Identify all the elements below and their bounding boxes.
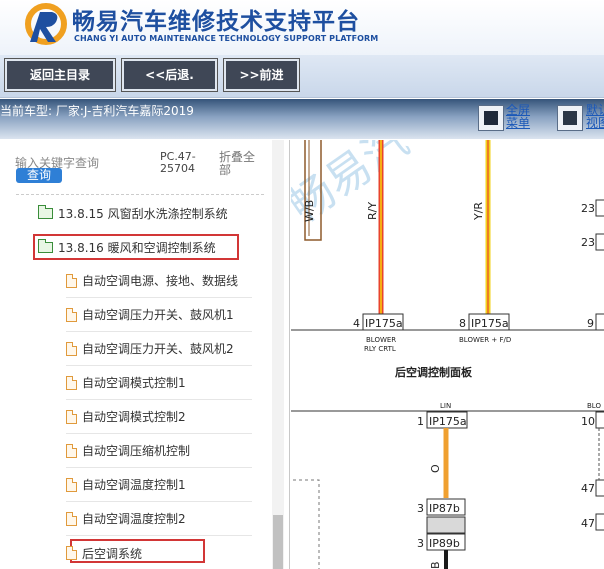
scrollbar-thumb[interactable] [273, 515, 283, 569]
wire-label: Y/R [472, 202, 485, 221]
tree-item-label: 自动空调模式控制1 [82, 376, 186, 390]
home-button[interactable]: 返回主目录 [4, 58, 116, 92]
tree-item-label: 自动空调温度控制2 [82, 512, 186, 526]
pin-number: 23 [581, 202, 595, 215]
brand-subtitle: CHANG YI AUTO MAINTENANCE TECHNOLOGY SUP… [74, 34, 379, 43]
document-icon [66, 477, 77, 492]
forward-button[interactable]: >>前进 [223, 58, 300, 92]
wire-label: B [429, 561, 442, 569]
tree-item-label: 后空调系统 [82, 546, 143, 561]
connector-id: IP175a [429, 415, 467, 428]
default-view-label-line2: 视图 [586, 116, 604, 130]
tree-item[interactable]: 自动空调温度控制2 [66, 502, 252, 536]
document-icon [66, 546, 77, 560]
connector-id: IP87b [429, 502, 460, 515]
pin-number: 47 [581, 482, 595, 495]
pin-number: 8 [459, 317, 466, 330]
tree-item[interactable]: 自动空调压缩机控制 [66, 434, 252, 468]
document-icon [66, 307, 77, 322]
pc-code: PC.47-25704 [160, 150, 196, 175]
tree-folder-label: 13.8.16 暖风和空调控制系统 [58, 240, 216, 255]
tree-item-label: 自动空调电源、接地、数据线 [82, 274, 239, 288]
divider [16, 194, 264, 195]
toolbar: 返回主目录 <<后退. >>前进 [0, 55, 604, 98]
pin-number: 47 [581, 517, 595, 530]
document-icon [66, 341, 77, 356]
pin-number: 1 [417, 415, 424, 428]
tree-folder-label: 13.8.15 风窗刮水洗涤控制系统 [58, 206, 228, 221]
collapse-all-link[interactable]: 折叠全部 [219, 151, 257, 177]
wiring-diagram-canvas: 畅易汽 W/B R/Y Y/R 23 23 4 IP175a 8 IP175a … [291, 140, 604, 569]
fullscreen-icon[interactable] [478, 105, 504, 131]
tree-item-label: 自动空调压力开关、鼓风机1 [82, 308, 234, 322]
document-icon [66, 511, 77, 526]
document-icon [66, 273, 77, 288]
wire-label: O [429, 464, 442, 473]
tree-item[interactable]: 自动空调模式控制1 [66, 366, 252, 400]
brand-title: 畅易汽车维修技术支持平台 [72, 9, 360, 35]
pin-caption: BLO [587, 402, 601, 410]
tree-item-label: 自动空调压缩机控制 [82, 444, 191, 458]
fullscreen-label-line2: 菜单 [506, 116, 531, 130]
wire-label: W/B [303, 200, 316, 222]
connector-id: IP89b [429, 537, 460, 550]
header: 畅易汽车维修技术支持平台 CHANG YI AUTO MAINTENANCE T… [0, 0, 604, 55]
tree-item-selected[interactable]: 后空调系统 [66, 536, 252, 569]
pin-caption: RLY CRTL [364, 345, 396, 353]
fullscreen-menu-link[interactable]: 全屏 菜单 [506, 104, 530, 130]
pin-number: 9 [587, 317, 594, 330]
back-button[interactable]: <<后退. [121, 58, 218, 92]
tree-item[interactable]: 自动空调电源、接地、数据线 [66, 264, 252, 298]
connector-id: IP175a [365, 317, 403, 330]
tree-item[interactable]: 自动空调压力开关、鼓风机1 [66, 298, 252, 332]
pin-caption: LIN [440, 402, 451, 410]
tree-item[interactable]: 自动空调压力开关、鼓风机2 [66, 332, 252, 366]
tree-item[interactable]: 自动空调温度控制1 [66, 468, 252, 502]
document-icon [66, 375, 77, 390]
default-view-icon[interactable] [557, 105, 583, 131]
tree-item-label: 自动空调压力开关、鼓风机2 [82, 342, 234, 356]
default-view-link[interactable]: 默认 视图 [586, 104, 604, 130]
document-icon [66, 409, 77, 424]
scrollbar-track[interactable] [272, 140, 284, 569]
tree-item-label: 自动空调温度控制1 [82, 478, 186, 492]
search-button[interactable]: 查询 [16, 168, 62, 183]
pin-number: 10 [581, 415, 595, 428]
left-panel: 输入关键字查询 查询 PC.47-25704 折叠全部 13.8.15 风窗刮水… [0, 140, 290, 569]
tree-folder-wiper[interactable]: 13.8.15 风窗刮水洗涤控制系统 [38, 196, 228, 230]
document-icon [66, 443, 77, 458]
wire-label: R/Y [366, 202, 379, 220]
current-model-label: 当前车型: 厂家:J-吉利汽车嘉际2019 [0, 104, 194, 118]
folder-icon [38, 204, 53, 219]
pin-number: 23 [581, 236, 595, 249]
wiring-diagram[interactable]: 畅易汽 W/B R/Y Y/R 23 23 4 IP175a 8 IP175a … [291, 140, 604, 569]
model-bar: 当前车型: 厂家:J-吉利汽车嘉际2019 全屏 菜单 默认 视图 [0, 99, 604, 139]
panel-title: 后空调控制面板 [395, 365, 473, 379]
brand-logo-icon [25, 3, 67, 45]
pin-number: 3 [417, 502, 424, 515]
tree-item-label: 自动空调模式控制2 [82, 410, 186, 424]
tree-item[interactable]: 自动空调模式控制2 [66, 400, 252, 434]
connector-id: IP175a [471, 317, 509, 330]
pin-caption: BLOWER + F/D [459, 336, 511, 344]
folder-open-icon [38, 238, 53, 253]
pin-number: 4 [353, 317, 360, 330]
pin-number: 3 [417, 537, 424, 550]
pin-caption: BLOWER [366, 336, 396, 344]
tree-folder-hvac[interactable]: 13.8.16 暖风和空调控制系统 [38, 230, 216, 264]
